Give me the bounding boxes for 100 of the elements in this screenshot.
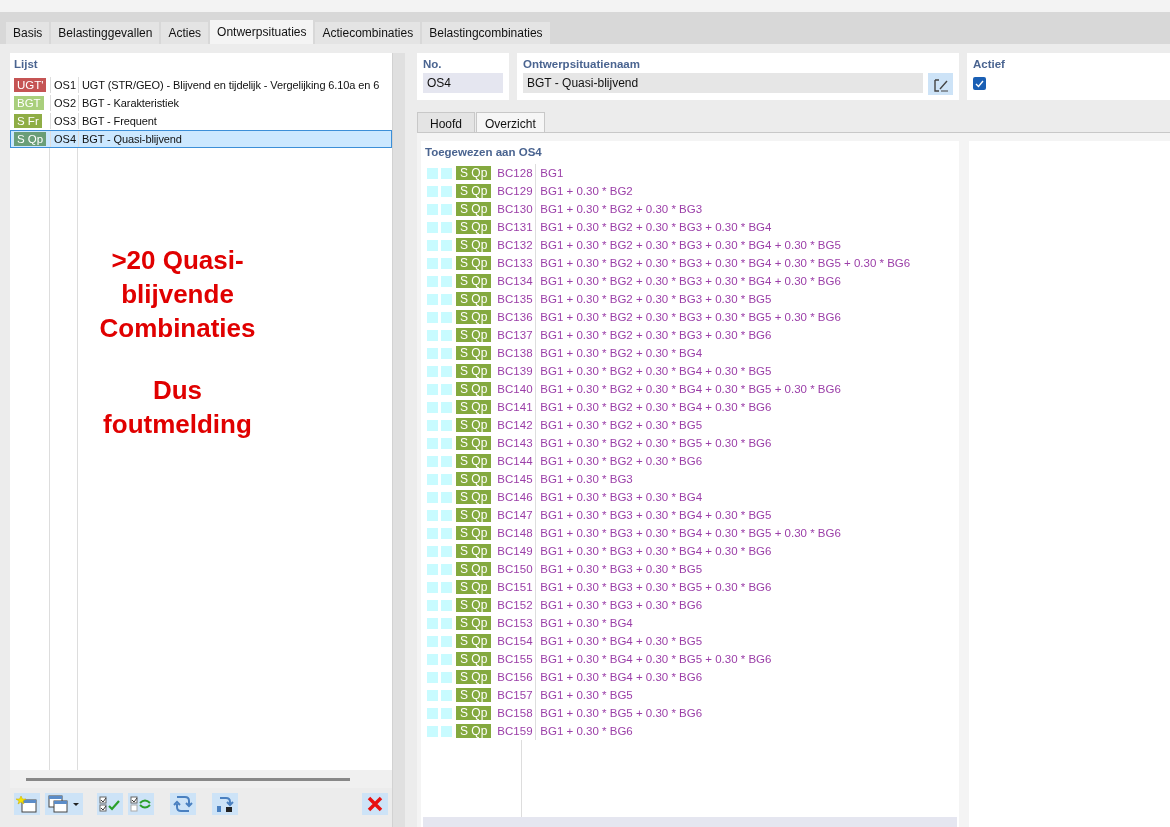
type-tag: S Qp: [456, 544, 492, 559]
combination-id: BC143: [497, 435, 534, 451]
status-square: [427, 275, 438, 287]
type-tag: S Qp: [456, 328, 492, 343]
list-item[interactable]: S Fr OS3 BGT - Frequent: [10, 112, 392, 131]
status-square: [441, 725, 452, 737]
status-square: [441, 707, 452, 719]
formula-text: BG1 + 0.30 * BG2 + 0.30 * BG3: [535, 200, 703, 219]
type-tag: S Qp: [456, 634, 492, 649]
formula-text: BG1 + 0.30 * BG4 + 0.30 * BG5 + 0.30 * BG6: [535, 650, 772, 669]
formula-text: BG1 + 0.30 * BG6: [535, 722, 633, 741]
new-button[interactable]: [14, 793, 40, 815]
status-square: [441, 491, 452, 503]
formula-text: BG1 + 0.30 * BG3 + 0.30 * BG4 + 0.30 * BG5 + 0.30 * BG6: [535, 524, 841, 543]
type-tag: S Qp: [456, 418, 492, 433]
tab[interactable]: Belastingcombinaties: [422, 22, 550, 44]
type-tag: S Qp: [456, 346, 492, 361]
status-square: [427, 509, 438, 521]
combination-id: BC144: [497, 453, 534, 469]
type-tag: S Qp: [456, 472, 492, 487]
status-square: [441, 419, 452, 431]
combination-id: BC149: [497, 543, 534, 559]
item-name: BGT - Frequent: [82, 115, 157, 127]
renumber-button[interactable]: [170, 793, 196, 815]
status-square: [427, 689, 438, 701]
item-code: OS3: [54, 114, 76, 129]
formula-text: BG1 + 0.30 * BG2 + 0.30 * BG4: [535, 344, 703, 363]
status-square: [427, 347, 438, 359]
combination-id: BC151: [497, 579, 534, 595]
combination-id: BC152: [497, 597, 534, 613]
copy-dropdown-button[interactable]: [45, 793, 83, 815]
type-tag: S Qp: [456, 598, 492, 613]
tab[interactable]: Overzicht: [476, 112, 545, 132]
toggle-checks-button[interactable]: [128, 793, 154, 815]
name-field[interactable]: BGT - Quasi-blijvend: [523, 73, 923, 93]
delete-button[interactable]: [362, 793, 388, 815]
formula-text: BG1 + 0.30 * BG2 + 0.30 * BG3 + 0.30 * BG5: [535, 290, 772, 309]
type-tag: S Qp: [456, 706, 492, 721]
combination-id: BC140: [497, 381, 534, 397]
combination-id: BC139: [497, 363, 534, 379]
type-tag: S Qp: [456, 220, 492, 235]
windows-icon: [47, 795, 81, 813]
status-square: [427, 203, 438, 215]
tab[interactable]: Hoofd: [417, 112, 476, 132]
combination-id: BC132: [497, 237, 534, 253]
status-square: [427, 635, 438, 647]
formula-text: BG1 + 0.30 * BG5 + 0.30 * BG6: [535, 704, 703, 723]
formula-text: BG1 + 0.30 * BG2 + 0.30 * BG3 + 0.30 * BG4 + 0.30 * BG6: [535, 272, 841, 291]
status-square: [427, 419, 438, 431]
list-item[interactable]: BGT OS2 BGT - Karakteristiek: [10, 94, 392, 113]
item-name: BGT - Karakteristiek: [82, 97, 179, 109]
formula-text: BG1 + 0.30 * BG2 + 0.30 * BG5 + 0.30 * BG6: [535, 434, 772, 453]
numbering-button[interactable]: [212, 793, 238, 815]
combination-id: BC130: [497, 201, 534, 217]
check-all-button[interactable]: [97, 793, 123, 815]
formula-text: BG1 + 0.30 * BG3 + 0.30 * BG6: [535, 596, 703, 615]
formula-text: BG1 + 0.30 * BG2 + 0.30 * BG3 + 0.30 * BG4: [535, 218, 772, 237]
type-tag: S Qp: [456, 274, 492, 289]
list-item[interactable]: UGT' OS1 UGT (STR/GEO) - Blijvend en tijdelijk - Vergelijking 6.10a en 6: [10, 76, 392, 95]
formula-text: BG1 + 0.30 * BG2 + 0.30 * BG3 + 0.30 * BG4 + 0.30 * BG5 + 0.30 * BG6: [535, 254, 911, 273]
combination-id: BC141: [497, 399, 534, 415]
formula-text: BG1 + 0.30 * BG2 + 0.30 * BG4 + 0.30 * BG5: [535, 362, 772, 381]
status-square: [441, 437, 452, 449]
list-item[interactable]: S Qp OS4 BGT - Quasi-blijvend: [10, 130, 392, 149]
formula-text: BG1 + 0.30 * BG3 + 0.30 * BG4: [535, 488, 703, 507]
item-code: OS1: [54, 78, 76, 93]
status-square: [441, 581, 452, 593]
tab[interactable]: Actiecombinaties: [315, 22, 421, 44]
status-square: [427, 545, 438, 557]
combination-id: BC145: [497, 471, 534, 487]
type-tag: S Qp: [456, 688, 492, 703]
checkbox[interactable]: [973, 77, 986, 90]
status-square: [427, 293, 438, 305]
checklist-sync-icon: [130, 795, 152, 813]
status-square: [427, 617, 438, 629]
field-label: No.: [423, 57, 443, 72]
panel-title: Lijst: [13, 57, 39, 72]
item-code: OS4: [54, 132, 76, 147]
tab[interactable]: Basis: [6, 22, 50, 44]
type-tag: S Qp: [456, 616, 492, 631]
status-square: [427, 257, 438, 269]
status-square: [427, 365, 438, 377]
type-tag: S Qp: [456, 364, 492, 379]
tab[interactable]: Acties: [161, 22, 209, 44]
type-tag: UGT': [14, 78, 47, 93]
combination-id: BC158: [497, 705, 534, 721]
tab[interactable]: Belastinggevallen: [51, 22, 160, 44]
type-tag: S Qp: [456, 454, 492, 469]
renumber-icon: [172, 795, 194, 813]
type-tag: S Qp: [456, 490, 492, 505]
type-tag: S Qp: [456, 202, 492, 217]
tab[interactable]: Ontwerpsituaties: [210, 20, 314, 44]
combination-id: BC142: [497, 417, 534, 433]
combination-id: BC156: [497, 669, 534, 685]
combination-id: BC159: [497, 723, 534, 739]
scrollbar[interactable]: [26, 777, 350, 781]
edit-button[interactable]: [928, 73, 953, 95]
status-square: [441, 545, 452, 557]
combination-id: BC150: [497, 561, 534, 577]
status-square: [427, 473, 438, 485]
